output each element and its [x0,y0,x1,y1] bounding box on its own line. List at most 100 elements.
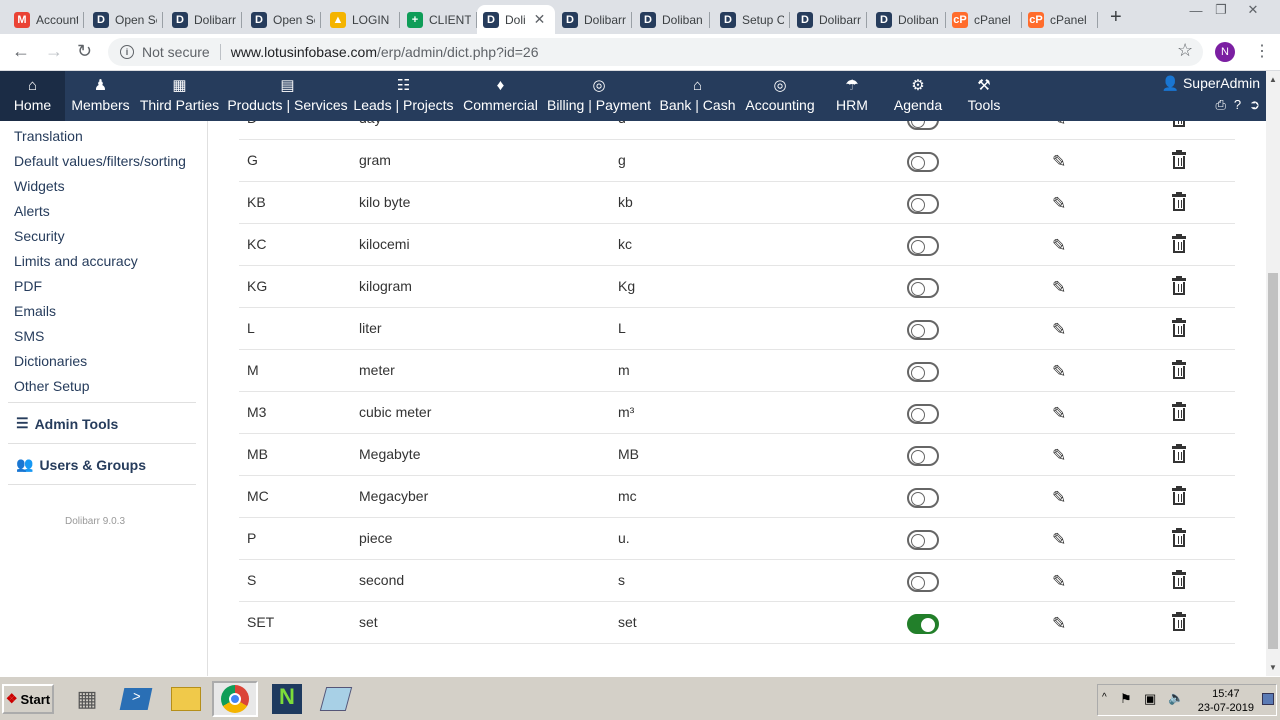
sidebar-link-widgets[interactable]: Widgets [14,178,65,194]
toggle-off-icon[interactable] [907,404,939,424]
edit-pencil-icon[interactable]: ✎ [1052,194,1066,214]
edit-pencil-icon[interactable]: ✎ [1052,278,1066,298]
edit-pencil-icon[interactable]: ✎ [1052,236,1066,256]
delete-trash-icon[interactable] [1172,444,1186,463]
toggle-off-icon[interactable] [907,236,939,256]
toggle-off-icon[interactable] [907,488,939,508]
menu-item-commercial[interactable]: ♦ Commercial [460,71,541,121]
menu-item-leads-projects[interactable]: ☷ Leads | Projects [351,71,456,121]
delete-trash-icon[interactable] [1172,192,1186,211]
edit-pencil-icon[interactable]: ✎ [1052,488,1066,508]
delete-trash-icon[interactable] [1172,402,1186,421]
server-manager-icon[interactable]: ▦ [64,681,110,717]
show-desktop-icon[interactable] [1262,693,1274,705]
browser-tab[interactable]: D Dolibarr [556,5,632,34]
browser-tab[interactable]: D Dolibarr [166,5,242,34]
user-name[interactable]: 👤 SuperAdmin [1162,75,1260,92]
minimize-icon[interactable]: — [1182,0,1210,20]
explorer-icon[interactable] [163,681,209,717]
notepad-icon[interactable] [313,681,359,717]
delete-trash-icon[interactable] [1172,570,1186,589]
notepad-plus-icon[interactable]: N [264,681,310,717]
browser-tab[interactable]: D Open Sc [87,5,163,34]
scrollbar-thumb[interactable] [1268,273,1278,649]
network-icon[interactable]: ▣ [1144,691,1156,707]
logout-icon[interactable]: ➲ [1249,97,1260,113]
toggle-off-icon[interactable] [907,278,939,298]
bookmark-star-icon[interactable]: ☆ [1177,40,1193,61]
toggle-off-icon[interactable] [907,194,939,214]
toggle-off-icon[interactable] [907,530,939,550]
chrome-icon[interactable] [212,681,258,717]
edit-pencil-icon[interactable]: ✎ [1052,152,1066,172]
menu-item-agenda[interactable]: ⚙ Agenda [884,71,952,121]
browser-tab[interactable]: ▲ LOGIN [324,5,400,34]
info-icon[interactable]: i [120,45,134,59]
edit-pencil-icon[interactable]: ✎ [1052,121,1066,130]
browser-tab[interactable]: + CLIENT [401,5,477,34]
menu-item-members[interactable]: ♟ Members [66,71,135,121]
sidebar-link-limits-and-accuracy[interactable]: Limits and accuracy [14,253,138,269]
new-tab-button[interactable]: + [1110,6,1122,29]
volume-icon[interactable]: 🔈 [1168,690,1184,706]
delete-trash-icon[interactable] [1172,528,1186,547]
browser-tab[interactable]: D Doli ✕ [477,5,555,34]
profile-avatar[interactable]: N [1215,42,1235,62]
browser-tab[interactable]: cP cPanel [946,5,1022,34]
edit-pencil-icon[interactable]: ✎ [1052,404,1066,424]
forward-icon[interactable]: → [45,41,63,62]
sidebar-link-emails[interactable]: Emails [14,303,56,319]
back-icon[interactable]: ← [12,41,30,62]
delete-trash-icon[interactable] [1172,234,1186,253]
delete-trash-icon[interactable] [1172,150,1186,169]
menu-item-accounting[interactable]: ◎ Accounting [742,71,818,121]
browser-tab[interactable]: D Dolibarr [791,5,867,34]
browser-tab[interactable]: D Doliban [634,5,710,34]
sidebar-link-security[interactable]: Security [14,228,65,244]
close-window-icon[interactable]: ✕ [1239,0,1267,20]
tray-expand-icon[interactable]: ^ [1102,692,1107,703]
help-icon[interactable]: ? [1234,97,1241,113]
toggle-off-icon[interactable] [907,320,939,340]
scroll-down-icon[interactable]: ▼ [1269,663,1277,672]
reload-icon[interactable]: ↻ [77,41,92,62]
delete-trash-icon[interactable] [1172,360,1186,379]
sidebar-link-other-setup[interactable]: Other Setup [14,378,90,394]
clock[interactable]: 15:47 23-07-2019 [1198,687,1254,715]
menu-item-billing-payment[interactable]: ◎ Billing | Payment [545,71,653,121]
sidebar-link-translation[interactable]: Translation [14,128,83,144]
browser-menu-icon[interactable]: ⋮ [1254,41,1270,61]
browser-tab[interactable]: M Account [8,5,84,34]
toggle-off-icon[interactable] [907,362,939,382]
toggle-off-icon[interactable] [907,121,939,130]
menu-item-hrm[interactable]: ☂ HRM [823,71,881,121]
users-groups-link[interactable]: 👥 Users & Groups [16,456,146,473]
page-scrollbar[interactable]: ▲ ▼ [1266,71,1280,676]
print-icon[interactable]: ⎙ [1215,97,1225,113]
delete-trash-icon[interactable] [1172,486,1186,505]
edit-pencil-icon[interactable]: ✎ [1052,446,1066,466]
edit-pencil-icon[interactable]: ✎ [1052,572,1066,592]
sidebar-link-pdf[interactable]: PDF [14,278,42,294]
browser-tab[interactable]: D Doliban [870,5,946,34]
browser-tab[interactable]: D Open Sc [245,5,321,34]
toggle-off-icon[interactable] [907,152,939,172]
edit-pencil-icon[interactable]: ✎ [1052,614,1066,634]
start-button[interactable]: ❖ Start [2,684,54,714]
edit-pencil-icon[interactable]: ✎ [1052,320,1066,340]
menu-item-products-services[interactable]: ▤ Products | Services [226,71,349,121]
sidebar-link-default-values-filters-sorting[interactable]: Default values/filters/sorting [14,153,186,169]
menu-item-third-parties[interactable]: ▦ Third Parties [137,71,222,121]
menu-item-tools[interactable]: ⚒ Tools [955,71,1013,121]
delete-trash-icon[interactable] [1172,318,1186,337]
delete-trash-icon[interactable] [1172,121,1186,127]
browser-tab[interactable]: D Setup C [714,5,790,34]
delete-trash-icon[interactable] [1172,612,1186,631]
toggle-on-icon[interactable] [907,614,939,634]
sidebar-link-dictionaries[interactable]: Dictionaries [14,353,87,369]
menu-item-home[interactable]: ⌂ Home [0,71,65,121]
admin-tools-link[interactable]: ☰ Admin Tools [16,415,118,432]
delete-trash-icon[interactable] [1172,276,1186,295]
sidebar-link-alerts[interactable]: Alerts [14,203,50,219]
close-tab-icon[interactable]: ✕ [534,11,546,28]
